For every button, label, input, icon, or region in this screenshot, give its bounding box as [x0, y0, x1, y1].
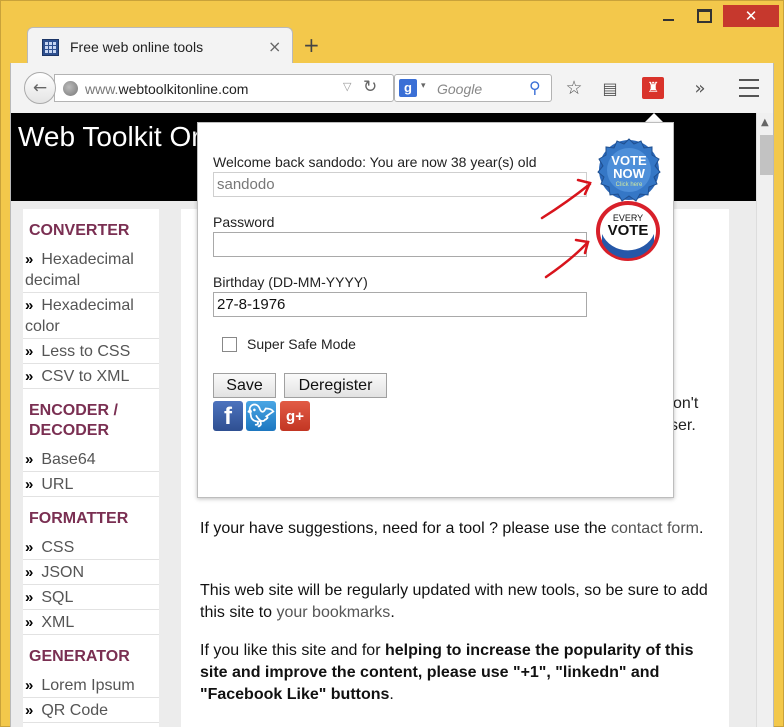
super-safe-mode-label: Super Safe Mode — [247, 336, 356, 352]
url-prefix: www. — [85, 81, 119, 97]
reload-icon[interactable]: ↻ — [363, 77, 377, 97]
sidebar-item[interactable]: » Lorem Ipsum — [23, 673, 159, 698]
maximize-icon[interactable] — [689, 5, 719, 27]
sidebar-item[interactable]: » XML — [23, 610, 159, 635]
site-favicon-icon — [42, 39, 59, 56]
reading-list-icon[interactable]: ▤ — [598, 76, 622, 100]
sidebar-heading: GENERATOR — [29, 648, 130, 665]
welcome-label: Welcome back sandodo: You are now 38 yea… — [213, 154, 537, 170]
search-icon[interactable]: ⚲ — [529, 78, 541, 97]
sidebar-heading: FORMATTER — [29, 510, 129, 527]
update-paragraph: This web site will be regularly updated … — [200, 582, 708, 621]
tab-close-icon[interactable]: × — [268, 37, 281, 56]
save-button[interactable]: Save — [213, 373, 276, 398]
sidebar-item[interactable]: » URL — [23, 472, 159, 497]
url-host: webtoolkitonline.com — [118, 81, 249, 97]
google-plus-share-icon[interactable]: g+ — [280, 401, 310, 431]
extension-icon[interactable]: ♜ — [642, 77, 664, 99]
password-label: Password — [213, 214, 275, 230]
vote-now-line2: NOW — [613, 166, 646, 181]
birthday-field[interactable] — [213, 292, 587, 317]
bookmark-star-icon[interactable]: ☆ — [562, 76, 586, 100]
every-line3: COUNTS — [613, 239, 643, 246]
search-input[interactable]: Google — [437, 81, 482, 97]
google-engine-icon[interactable]: g — [399, 79, 417, 97]
birthday-label: Birthday (DD-MM-YYYY) — [213, 274, 368, 290]
overflow-chevron-icon[interactable]: » — [688, 76, 712, 100]
facebook-share-icon[interactable]: f — [213, 401, 243, 431]
sidebar-item[interactable]: » CSV to XML — [23, 364, 159, 389]
scroll-up-icon[interactable]: ▲ — [761, 117, 769, 128]
twitter-share-icon[interactable]: 🐦︎ — [246, 401, 276, 431]
deregister-button[interactable]: Deregister — [284, 373, 387, 398]
annotation-arrow-top — [540, 182, 592, 220]
url-text: www.webtoolkitonline.com — [85, 81, 248, 97]
sidebar-item[interactable]: » Hexadecimal decimal — [23, 247, 159, 293]
engine-dropdown-icon[interactable]: ▾ — [421, 80, 426, 91]
vertical-scrollbar[interactable]: ▲ — [756, 113, 773, 727]
popularity-paragraph: If you like this site and for helping to… — [200, 642, 694, 703]
url-bar[interactable]: www.webtoolkitonline.com ▽ ↻ — [54, 74, 394, 102]
search-bar[interactable]: g ▾ Google ⚲ — [394, 74, 552, 102]
annotation-arrows — [540, 178, 592, 279]
close-icon[interactable]: ✕ — [723, 5, 779, 27]
browser-tab[interactable]: Free web online tools × — [27, 27, 293, 65]
sidebar-item[interactable]: » QR Code — [23, 698, 159, 723]
minimize-icon[interactable] — [651, 5, 685, 27]
every-vote-counts-badge-icon: EVERY VOTE COUNTS — [596, 201, 660, 261]
sidebar-heading: ENCODER / DECODER — [29, 402, 118, 439]
sidebar-item[interactable]: » Less to CSS — [23, 339, 159, 364]
sidebar-item[interactable]: » JSON — [23, 560, 159, 585]
sidebar-heading: CONVERTER — [29, 222, 130, 239]
vote-now-line3: Click here — [616, 182, 643, 188]
navigation-toolbar: www.webtoolkitonline.com ▽ ↻ ← g ▾ Googl… — [10, 63, 774, 113]
back-button[interactable]: ← — [24, 72, 56, 104]
sidebar-item[interactable]: » CSS — [23, 535, 159, 560]
scrollbar-thumb[interactable] — [760, 135, 773, 175]
super-safe-mode-checkbox[interactable] — [222, 337, 237, 352]
annotation-arrow-bottom — [544, 240, 590, 279]
sidebar-item[interactable]: » Hexadecimal color — [23, 293, 159, 339]
site-title: Web Toolkit Or — [18, 121, 201, 152]
tab-title: Free web online tools — [70, 39, 204, 55]
sidebar-item[interactable]: » SQL — [23, 585, 159, 610]
hamburger-menu-icon[interactable] — [737, 76, 761, 100]
contact-form-link[interactable]: contact form — [611, 520, 699, 537]
globe-icon — [63, 81, 78, 96]
new-tab-button[interactable]: + — [303, 33, 320, 57]
sidebar: CONVERTER » Hexadecimal decimal » Hexadeci… — [23, 209, 159, 727]
url-history-dropdown-icon[interactable]: ▽ — [343, 80, 351, 93]
vote-now-badge-icon[interactable]: VOTE NOW Click here — [597, 138, 661, 202]
sidebar-item[interactable]: » Base64 — [23, 447, 159, 472]
every-line2: VOTE — [608, 222, 649, 239]
partial-text: on't — [673, 395, 699, 412]
bookmarks-link[interactable]: your bookmarks — [276, 604, 390, 621]
suggestion-paragraph: If your have suggestions, need for a too… — [200, 520, 704, 537]
back-arrow-icon: ← — [32, 78, 48, 98]
